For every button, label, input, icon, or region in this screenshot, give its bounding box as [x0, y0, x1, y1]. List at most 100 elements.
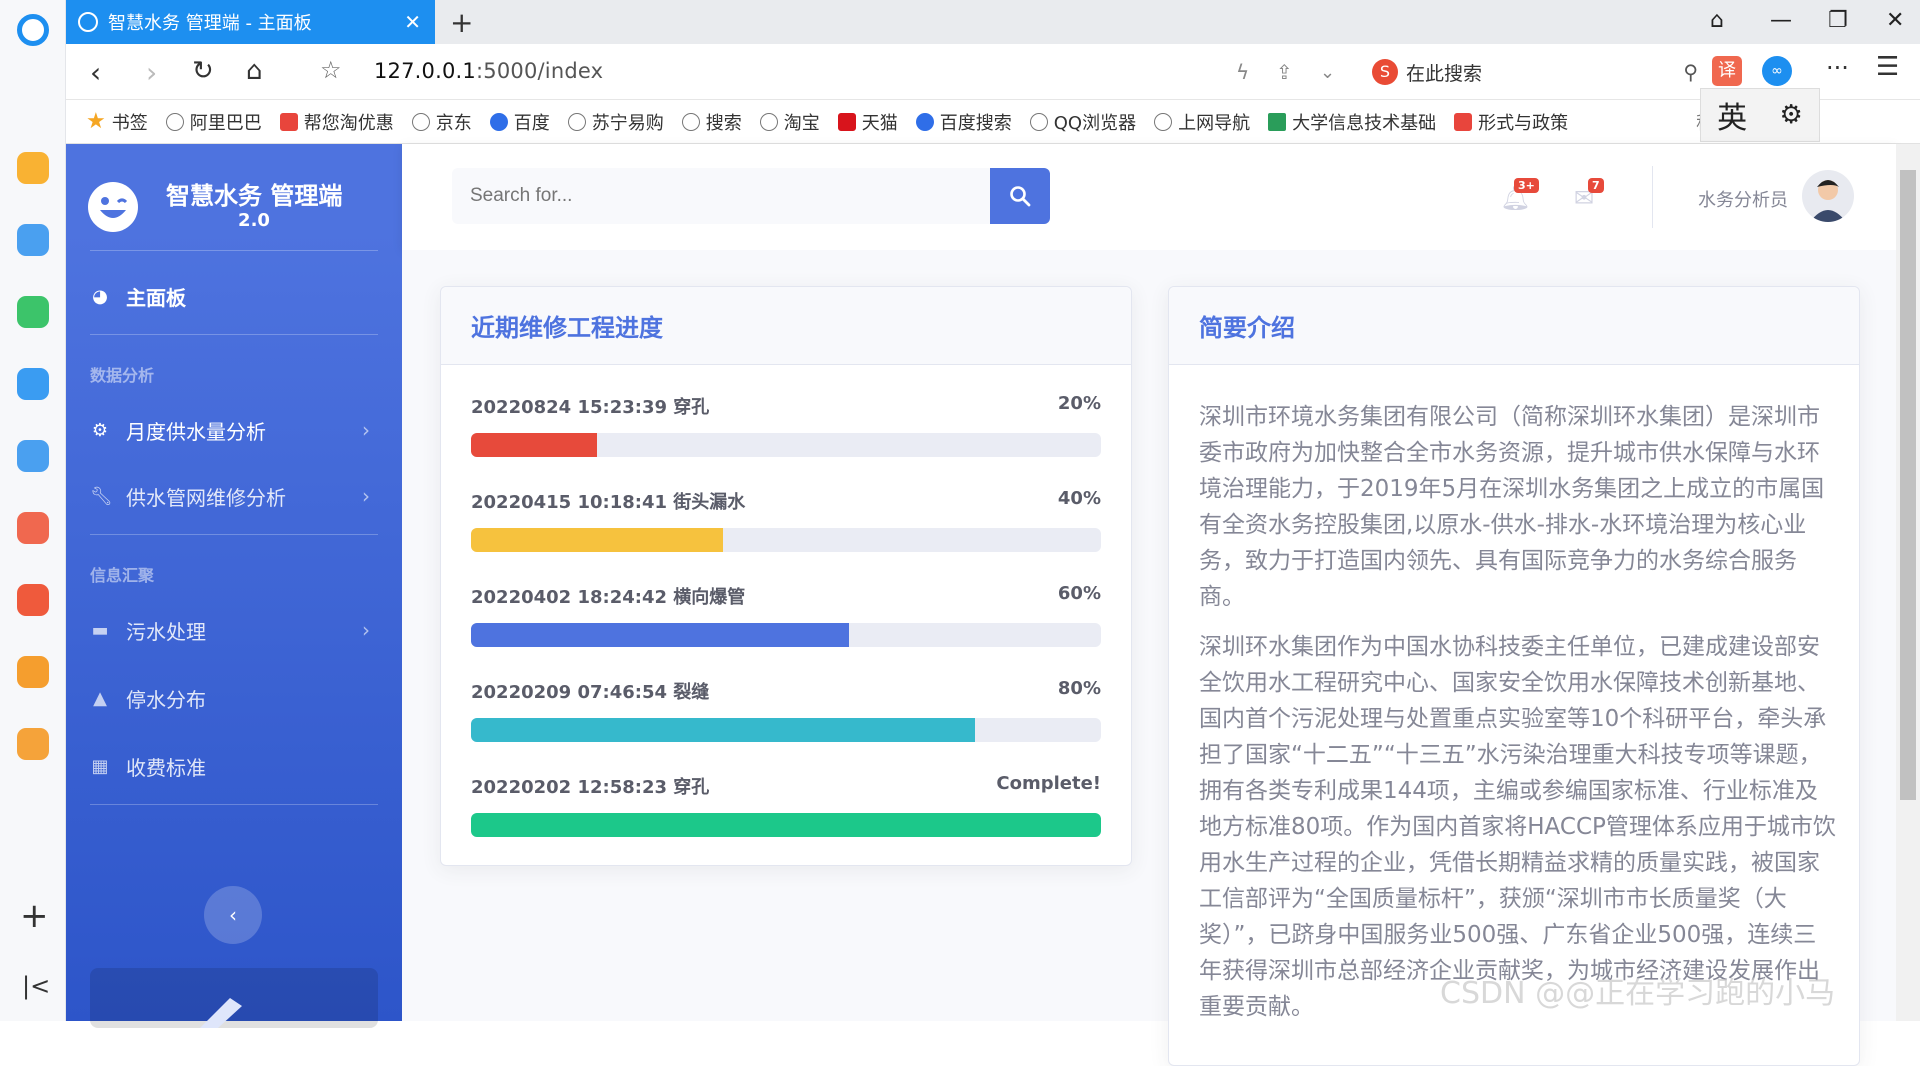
extension-icon[interactable]: ∞	[1762, 56, 1792, 86]
intro-paragraph: 深圳环水集团作为中国水协科技委主任单位，已建成建设部安全饮用水工程研究中心、国家…	[1199, 634, 1836, 1020]
search-input[interactable]	[452, 168, 992, 224]
menu-icon[interactable]: ☰	[1876, 52, 1899, 82]
ime-language-label[interactable]: 英	[1717, 93, 1747, 137]
globe-icon	[165, 112, 184, 131]
forward-button[interactable]: ›	[146, 56, 157, 89]
translate-icon[interactable]	[17, 512, 49, 544]
wrench-icon: 🔧︎	[90, 485, 113, 507]
lightning-icon[interactable]: ϟ	[1236, 60, 1249, 84]
progress-card: 近期维修工程进度 20220824 15:23:39 穿孔 20% 2022041…	[440, 286, 1132, 866]
close-tab-icon[interactable]: ✕	[404, 10, 421, 34]
bookmark-item[interactable]: 淘宝	[759, 109, 820, 135]
user-name[interactable]: 水务分析员	[1698, 186, 1788, 212]
qq-browser-logo-icon[interactable]	[17, 14, 49, 46]
bookmark-item[interactable]: 大学信息技术基础	[1268, 109, 1436, 135]
divider	[90, 250, 378, 251]
rocket-icon	[200, 998, 242, 1028]
dropdown-icon[interactable]: ⌄	[1320, 62, 1335, 83]
shirt-icon[interactable]: ⌂	[1710, 8, 1724, 33]
progress-bar	[471, 623, 1101, 647]
add-icon[interactable]: +	[20, 896, 49, 936]
progress-item: 20220415 10:18:41 街头漏水 40%	[471, 488, 1101, 552]
baidu-paw-icon	[489, 112, 508, 131]
image-icon[interactable]	[17, 440, 49, 472]
search-tool-icon[interactable]	[17, 656, 49, 688]
nav-pipe-repair[interactable]: 🔧︎ 供水管网维修分析 ›	[90, 476, 380, 516]
tab-active[interactable]: 智慧水务 管理端 - 主面板 ✕	[66, 0, 435, 44]
close-window-button[interactable]: ✕	[1886, 8, 1904, 33]
baidu-paw-icon	[915, 112, 934, 131]
search-engine-label: 在此搜索	[1406, 62, 1483, 85]
bookmark-item[interactable]: 搜索	[681, 109, 742, 135]
upload-icon[interactable]	[17, 368, 49, 400]
alerts-badge: 3+	[1514, 178, 1539, 193]
nav-outage[interactable]: ▲ 停水分布	[90, 678, 380, 718]
bookmark-item[interactable]: 形式与政策	[1454, 109, 1568, 135]
avatar[interactable]	[1802, 170, 1854, 222]
book-icon	[1268, 112, 1287, 131]
more-icon[interactable]: ···	[1826, 54, 1849, 82]
ime-toolbar[interactable]: 英 ⚙	[1700, 88, 1820, 142]
url-path: :5000/index	[476, 59, 604, 83]
star-icon[interactable]	[17, 152, 49, 184]
progress-fill	[471, 718, 975, 742]
clock-icon[interactable]	[17, 224, 49, 256]
search-engine-box[interactable]: S 在此搜索 ⚲	[1372, 54, 1712, 90]
tachometer-icon: ◕	[92, 285, 108, 307]
scrollbar-thumb[interactable]	[1900, 170, 1916, 800]
gear-icon[interactable]: ⚙	[1780, 100, 1803, 130]
alerts-dropdown[interactable]: 🔔︎ 3+	[1500, 178, 1539, 212]
intro-text: 深圳市环境水务集团有限公司（简称深圳环水集团）是深圳市委市政府为加快整合全市水务…	[1199, 399, 1839, 1039]
bookmark-item[interactable]: 百度搜索	[915, 109, 1012, 135]
back-button[interactable]: ‹	[90, 56, 101, 89]
minimize-button[interactable]: —	[1770, 8, 1792, 33]
chevron-right-icon: ›	[362, 484, 370, 508]
bookmark-item[interactable]: 京东	[411, 109, 472, 135]
globe-icon	[1029, 112, 1048, 131]
section-heading-info: 信息汇聚	[90, 566, 155, 585]
bookmark-item[interactable]: 苏宁易购	[567, 109, 664, 135]
home-button[interactable]: ⌂	[246, 56, 263, 86]
bookmark-item[interactable]: 阿里巴巴	[165, 109, 262, 135]
reload-button[interactable]: ↻	[192, 56, 214, 86]
sidebar-brand[interactable]: 智慧水务 管理端 2.0	[88, 158, 378, 248]
wechat-icon[interactable]	[17, 296, 49, 328]
progress-bar	[471, 718, 1101, 742]
bookmark-star-icon[interactable]: ☆	[320, 56, 342, 84]
nav-sewage[interactable]: ▬ 污水处理 ›	[90, 610, 380, 650]
progress-fill	[471, 623, 849, 647]
translate-ext-icon[interactable]: 译	[1712, 56, 1742, 86]
sidebar-promo-card	[90, 968, 378, 1028]
progress-fill	[471, 528, 723, 552]
bookmark-item[interactable]: ★ 书签	[86, 109, 148, 135]
pdf-icon[interactable]	[17, 584, 49, 616]
collapse-rail-icon[interactable]: |<	[22, 972, 50, 1000]
page-scrollbar[interactable]	[1896, 144, 1920, 1021]
nav-dashboard[interactable]: ◕ 主面板	[90, 276, 380, 316]
sidebar-toggle-button[interactable]: ‹	[204, 886, 262, 944]
red-doc-icon	[1454, 112, 1473, 131]
laugh-wink-icon	[88, 182, 138, 232]
watermark: CSDN @@正在学习跑的小马	[1440, 976, 1836, 1011]
nav-fees[interactable]: ▦ 收费标准	[90, 746, 380, 786]
bookmark-item[interactable]: 上网导航	[1154, 109, 1250, 135]
bookmark-item[interactable]: 天猫	[837, 109, 898, 135]
tab-bar: 智慧水务 管理端 - 主面板 ✕ + ⌂ — ❐ ✕	[66, 0, 1920, 44]
nav-monthly-supply[interactable]: ⚙ 月度供水量分析 ›	[90, 410, 380, 450]
new-tab-button[interactable]: +	[450, 6, 473, 39]
intro-card-title: 简要介绍	[1169, 287, 1859, 365]
restore-button[interactable]: ❐	[1828, 8, 1848, 33]
messages-dropdown[interactable]: ✉ 7	[1574, 178, 1604, 212]
globe-icon	[681, 112, 700, 131]
bookmark-item[interactable]: 帮您淘优惠	[279, 109, 394, 135]
bookmark-item[interactable]: QQ浏览器	[1029, 109, 1136, 135]
bookmark-item[interactable]: 百度	[489, 109, 550, 135]
url-field[interactable]: 127.0.0.1:5000/index	[374, 59, 603, 83]
search-button[interactable]	[990, 168, 1050, 224]
globe-icon	[78, 12, 98, 32]
share-icon[interactable]: ⇪	[1276, 60, 1293, 84]
main-content: 近期维修工程进度 20220824 15:23:39 穿孔 20% 2022041…	[402, 250, 1896, 1066]
search-icon[interactable]: ⚲	[1683, 60, 1698, 84]
reader-icon[interactable]	[17, 728, 49, 760]
progress-item: 20220209 07:46:54 裂缝 80%	[471, 678, 1101, 742]
